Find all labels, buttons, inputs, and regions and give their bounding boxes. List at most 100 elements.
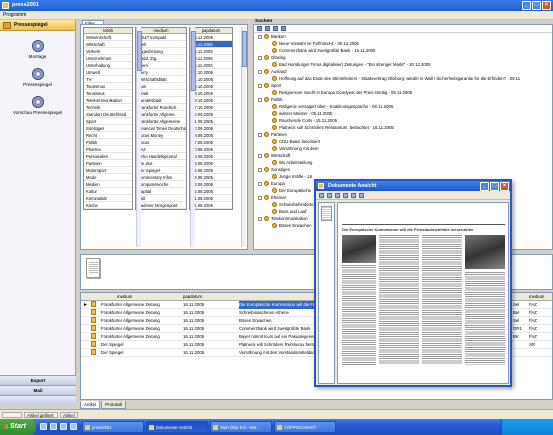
filter-list-item[interactable]: Focus Money	[136, 132, 186, 139]
filter-list-item[interactable]: Tageszeitung	[136, 48, 186, 55]
zoom-out-icon[interactable]	[343, 193, 348, 198]
filter-list-item[interactable]: WELT kompakt	[136, 34, 186, 41]
expand-toggle-icon[interactable]	[258, 216, 262, 221]
filter-list-item[interactable]: 17.10.2005	[190, 104, 232, 111]
filter-list-item[interactable]: Frankfurter Allgemeine	[136, 118, 186, 125]
sidebar-header[interactable]: Pressespiegel	[0, 20, 75, 31]
filter-list-item[interactable]: 04.08.2005	[190, 174, 232, 181]
save-icon[interactable]	[327, 193, 332, 198]
tree-category[interactable]: Sport	[254, 82, 552, 89]
export-button[interactable]: Export	[0, 375, 76, 385]
document-viewer-window[interactable]: Dokumente Ansicht _ □ × Die Europäische …	[314, 179, 512, 387]
filter-list-item[interactable]: Mas	[136, 83, 186, 90]
sidebar-extra-button[interactable]	[0, 395, 76, 405]
filter-list-item[interactable]: Financial Times Deutschland	[136, 125, 186, 132]
tree-category[interactable]: Glasing	[254, 54, 552, 61]
filter-list-item[interactable]: 22.09.2005	[190, 111, 232, 118]
tree-category[interactable]: Sonstiges	[254, 166, 552, 173]
filter-list-item[interactable]: Welt	[136, 41, 186, 48]
filter-list-item[interactable]: Medien	[84, 181, 132, 188]
filter-list-item[interactable]: 20.08.2005	[190, 146, 232, 153]
filter-list-item[interactable]: 02.08.2005	[190, 188, 232, 195]
filter-list-item[interactable]: Wirtschaftsblatt	[136, 76, 186, 83]
scrollbar[interactable]	[241, 27, 247, 247]
filter-list-item[interactable]: 19.10.2005	[190, 90, 232, 97]
document-viewer-title-bar[interactable]: Dokumente Ansicht _ □ ×	[316, 181, 510, 191]
expand-toggle-icon[interactable]	[258, 34, 262, 39]
filter-list-item[interactable]: Motorsport	[84, 167, 132, 174]
filter-list-item[interactable]: 05.11.2005	[190, 62, 232, 69]
mail-icon[interactable]	[70, 423, 77, 430]
task-document-viewer[interactable]: Dokumente Ansicht	[146, 421, 208, 433]
filter-list-item[interactable]: 15.11.2005	[190, 48, 232, 55]
expand-toggle-icon[interactable]	[258, 132, 262, 137]
filter-list-item[interactable]: Focus	[136, 139, 186, 146]
filter-list-item[interactable]: Kriminalität	[84, 195, 132, 202]
tree-article[interactable]: Commerzbank wird zweitgrößte Bank - 16.1…	[254, 47, 552, 54]
filter-list-item[interactable]: 07.09.2005	[190, 139, 232, 146]
filter-list-item[interactable]: 22.10.2005	[190, 69, 232, 76]
filter-list-item[interactable]: Unternehmen	[84, 55, 132, 62]
filter-list-item[interactable]: 30.12.2005	[190, 34, 232, 41]
fit-page-icon[interactable]	[359, 193, 364, 198]
close-button[interactable]: ×	[542, 1, 551, 10]
task-screenshot[interactable]: COPPSSOSHOT	[274, 421, 336, 433]
tree-article[interactable]: wahrer Meister - 09.11.2005	[254, 110, 552, 117]
scrollbar[interactable]	[136, 27, 142, 247]
filter-list-item[interactable]: 18.10.2005	[190, 97, 232, 104]
filter-list-item[interactable]: FAZ	[136, 146, 186, 153]
tree-article[interactable]: Rafigenic verzagert über - Koalitionsges…	[254, 103, 552, 110]
expand-toggle-icon[interactable]	[258, 83, 262, 88]
filter-list-item[interactable]: Politik	[84, 139, 132, 146]
expand-toggle-icon[interactable]	[258, 55, 262, 60]
filter-list-item[interactable]: 19.09.2005	[190, 132, 232, 139]
scrollbar[interactable]	[190, 27, 196, 247]
tree-article[interactable]: Wo Arbeitsteilung	[254, 159, 552, 166]
filter-list-item[interactable]: 01.08.2005	[190, 195, 232, 202]
explorer-icon[interactable]	[60, 423, 67, 430]
collapse-icon[interactable]	[265, 26, 270, 31]
expand-toggle-icon[interactable]	[258, 153, 262, 158]
filter-list-item[interactable]: 05.08.2005	[190, 167, 232, 174]
filter-list-item[interactable]: 20.09.2005	[190, 125, 232, 132]
sidebar-item-montage[interactable]: Montage	[0, 40, 75, 59]
expand-toggle-icon[interactable]	[258, 181, 262, 186]
filter-list-item[interactable]: Stern	[136, 62, 186, 69]
filter-list-item[interactable]: Frankfurter Allgeme.	[136, 111, 186, 118]
filter-list-item[interactable]: Tennissus	[84, 90, 132, 97]
tree-article[interactable]: Platneck soll Schröders Rentamtum: betra…	[254, 124, 552, 131]
expand-toggle-icon[interactable]	[258, 69, 262, 74]
desktop-icon[interactable]	[50, 423, 57, 430]
print-icon[interactable]	[319, 193, 324, 198]
tab-artikel[interactable]: Artikel	[80, 401, 101, 409]
filter-list-item[interactable]: Tourismus	[84, 83, 132, 90]
tree-article[interactable]: Hoffnung auf das Ende des Stimmfesters -…	[254, 75, 552, 82]
tree-category[interactable]: Parteien	[254, 131, 552, 138]
filter-list-item[interactable]: 20.10.2005	[190, 83, 232, 90]
mail-button[interactable]: Mail	[0, 385, 76, 395]
tree-article[interactable]: Religionsnie macht in Europa Goodyear de…	[254, 89, 552, 96]
col-header-medium-right[interactable]: medium	[529, 293, 544, 301]
minimize-button[interactable]: _	[480, 182, 489, 191]
tree-article[interactable]: CDU-Basis favorisiert	[254, 138, 552, 145]
filter-list-item[interactable]: Inhalt	[136, 90, 186, 97]
settings-icon[interactable]	[281, 26, 286, 31]
document-thumbnail[interactable]	[86, 258, 100, 278]
app-title-bar[interactable]: press2001 _ □ ×	[0, 0, 553, 11]
scrollbar-thumb[interactable]	[137, 31, 142, 71]
page-thumbnail[interactable]	[321, 206, 332, 221]
sidebar-item-pressespiegel[interactable]: Pressespiegel	[0, 68, 75, 87]
close-button[interactable]: ×	[500, 182, 509, 191]
filter-list-item[interactable]: 21.10.2005	[190, 76, 232, 83]
start-button[interactable]: Start	[0, 419, 36, 435]
filter-list-item[interactable]: Frankfurter Rundsch.	[136, 104, 186, 111]
minimize-button[interactable]: _	[522, 1, 531, 10]
tree-article[interactable]: Rauchende Colts - 15.11.2005	[254, 117, 552, 124]
filter-list-item[interactable]: 09.11.2005	[190, 55, 232, 62]
filter-list-item[interactable]: Umwelt	[84, 69, 132, 76]
filter-list-item[interactable]: 03.08.2005	[190, 181, 232, 188]
filter-list-item[interactable]: Wissenschaft	[84, 34, 132, 41]
filter-list-item[interactable]: Badener Morgenpost	[136, 202, 186, 209]
filter-list-item[interactable]: Wirtschaft	[84, 41, 132, 48]
tree-category[interactable]: Politik	[254, 96, 552, 103]
